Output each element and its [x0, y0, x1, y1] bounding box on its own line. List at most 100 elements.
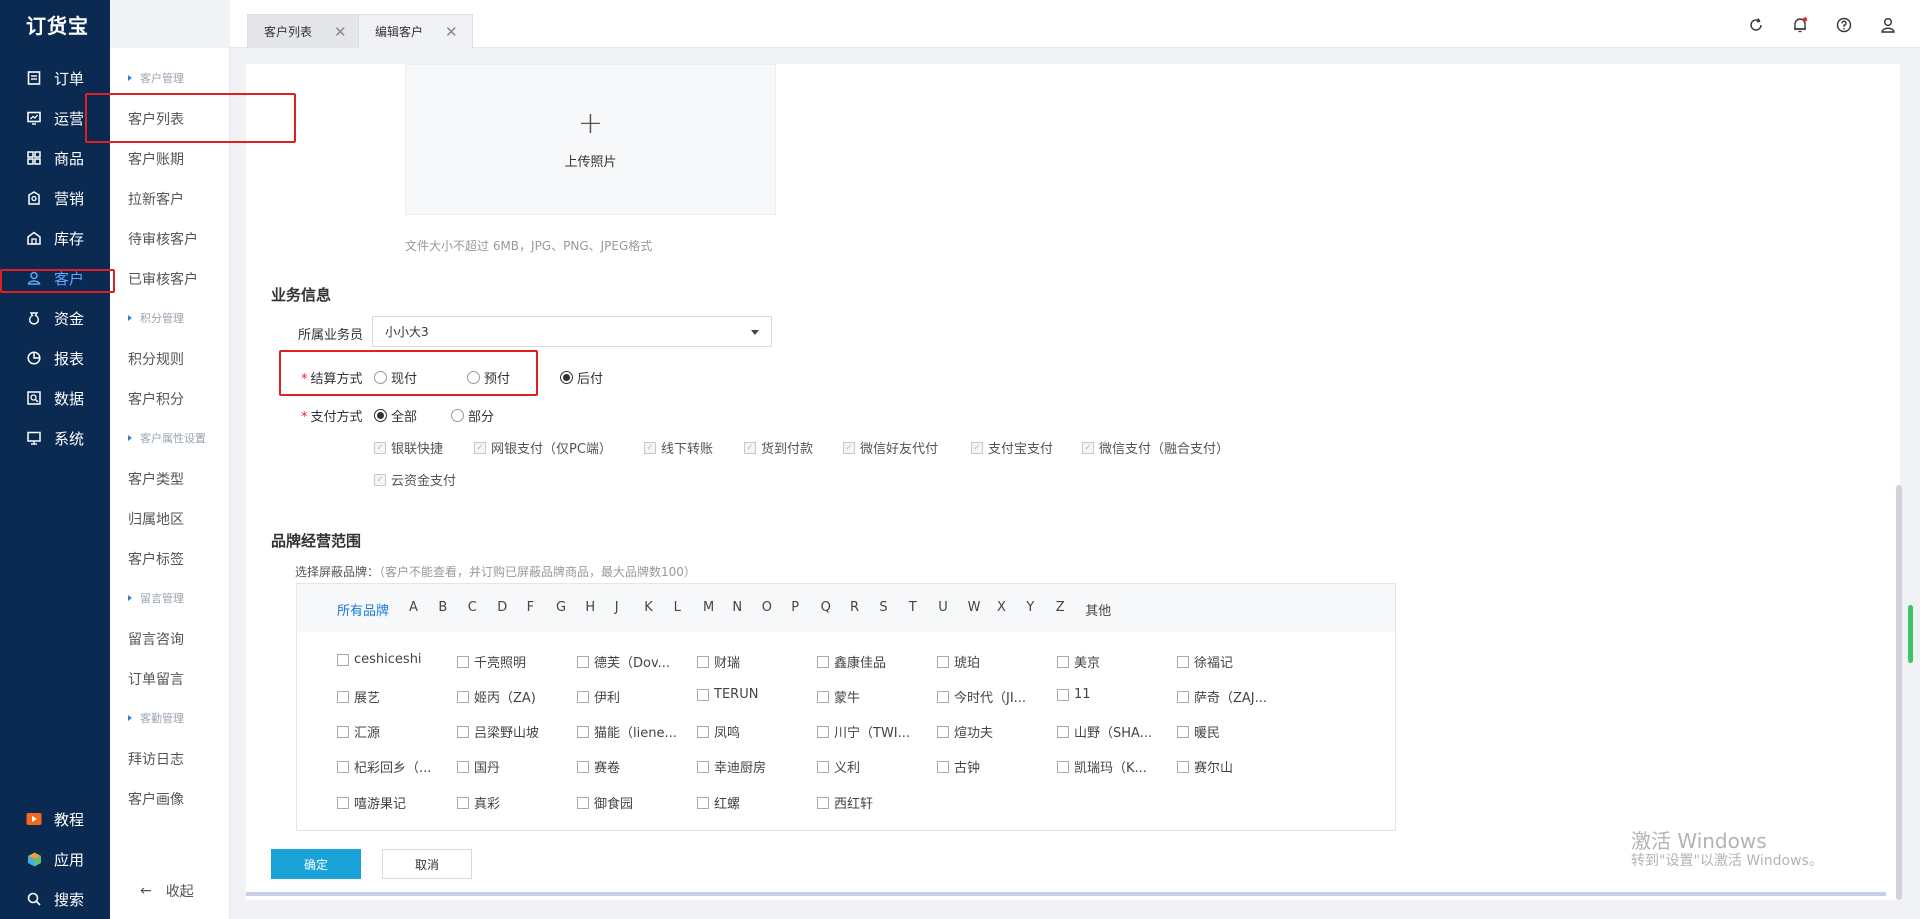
close-icon[interactable]: ✕ [334, 23, 347, 41]
brand-checkbox[interactable]: 今时代（JI... [937, 687, 1047, 706]
filter-letter[interactable]: F [527, 600, 534, 615]
brand-checkbox[interactable]: 御食园 [577, 793, 687, 812]
checkbox-box[interactable] [1177, 655, 1189, 668]
brand-checkbox[interactable]: 杞彩回乡（... [337, 757, 447, 776]
filter-letter[interactable]: M [703, 600, 714, 615]
brand-checkbox[interactable]: 姬丙（ZA) [457, 687, 567, 706]
filter-letter[interactable]: R [850, 600, 859, 615]
checkbox-wechat-pay[interactable]: ✓ 微信支付（融合支付） [1082, 438, 1229, 457]
brand-checkbox[interactable]: 赛卷 [577, 757, 687, 776]
brand-checkbox[interactable]: 德芙（Dov... [577, 652, 687, 671]
brand-checkbox[interactable]: 汇源 [337, 722, 447, 741]
nav-item-marketing[interactable]: 营销 [0, 182, 110, 214]
brand-checkbox[interactable]: 西红轩 [817, 793, 927, 812]
filter-letter[interactable]: 其他 [1085, 600, 1111, 619]
brand-checkbox[interactable]: 嘻游果记 [337, 793, 447, 812]
radio-settlement-postpay[interactable]: 后付 [560, 368, 603, 387]
filter-letter[interactable]: Z [1056, 600, 1065, 615]
sub-item-customer-profile[interactable]: 客户画像 [128, 789, 184, 809]
nav-item-inventory[interactable]: 库存 [0, 222, 110, 254]
brand-checkbox[interactable]: 煊功夫 [937, 722, 1047, 741]
confirm-button[interactable]: 确定 [271, 849, 361, 879]
checkbox-box[interactable] [337, 725, 349, 738]
checkbox-box[interactable] [817, 690, 829, 703]
radio-payment-partial[interactable]: 部分 [451, 406, 494, 425]
nav-item-system[interactable]: 系统 [0, 422, 110, 454]
filter-letter[interactable]: J [615, 600, 619, 615]
salesman-select[interactable]: 小小大3 [372, 316, 772, 347]
radio-payment-all[interactable]: 全部 [374, 406, 417, 425]
brand-checkbox[interactable]: 萨奇（ZAJ... [1177, 687, 1287, 706]
checkbox-box[interactable] [1177, 760, 1189, 773]
checkbox-alipay[interactable]: ✓ 支付宝支付 [971, 438, 1053, 457]
checkbox-box[interactable] [937, 725, 949, 738]
filter-letter[interactable]: X [997, 600, 1006, 615]
photo-upload[interactable]: + 上传照片 [405, 64, 776, 215]
checkbox-box[interactable] [457, 796, 469, 809]
checkbox-box[interactable] [937, 690, 949, 703]
user-account-icon[interactable] [1878, 15, 1898, 35]
checkbox-box[interactable] [337, 653, 349, 666]
brand-checkbox[interactable]: 赛尔山 [1177, 757, 1287, 776]
checkbox-netbank[interactable]: ✓ 网银支付（仅PC端） [474, 438, 612, 457]
brand-checkbox[interactable]: 红螺 [697, 793, 807, 812]
brand-checkbox[interactable]: 蒙牛 [817, 687, 927, 706]
brand-checkbox[interactable]: 美京 [1057, 652, 1167, 671]
checkbox-cloud-fund[interactable]: ✓ 云资金支付 [374, 470, 456, 489]
checkbox-box[interactable] [577, 655, 589, 668]
checkbox-box[interactable] [697, 688, 709, 701]
checkbox-box[interactable] [337, 760, 349, 773]
checkbox-wechat-friend[interactable]: ✓ 微信好友代付 [843, 438, 938, 457]
filter-letter[interactable]: C [468, 600, 477, 615]
filter-all-brands[interactable]: 所有品牌 [337, 600, 389, 619]
sub-item-approved-customer[interactable]: 已审核客户 [128, 269, 198, 289]
checkbox-box[interactable] [1057, 725, 1069, 738]
checkbox-box[interactable] [1177, 690, 1189, 703]
cancel-button[interactable]: 取消 [382, 849, 472, 879]
brand-checkbox[interactable]: 古钟 [937, 757, 1047, 776]
nav-item-apps[interactable]: 应用 [0, 843, 110, 875]
horizontal-scrollbar[interactable] [246, 892, 1886, 896]
brand-checkbox[interactable]: 暖民 [1177, 722, 1287, 741]
nav-item-data[interactable]: 数据 [0, 382, 110, 414]
sub-item-customer-credit[interactable]: 客户账期 [128, 149, 184, 169]
brand-checkbox[interactable]: TERUN [697, 687, 807, 702]
checkbox-box[interactable] [457, 760, 469, 773]
checkbox-box[interactable] [457, 690, 469, 703]
checkbox-unionpay[interactable]: ✓ 银联快捷 [374, 438, 443, 457]
filter-letter[interactable]: B [438, 600, 447, 615]
brand-checkbox[interactable]: 千亮照明 [457, 652, 567, 671]
checkbox-box[interactable] [1057, 688, 1069, 701]
filter-letter[interactable]: K [644, 600, 653, 615]
filter-letter[interactable]: L [674, 600, 681, 615]
nav-item-money[interactable]: 资金 [0, 302, 110, 334]
filter-letter[interactable]: Q [821, 600, 831, 615]
brand-checkbox[interactable]: 幸迪厨房 [697, 757, 807, 776]
filter-letter[interactable]: H [585, 600, 595, 615]
checkbox-box[interactable] [817, 796, 829, 809]
sub-item-message-consult[interactable]: 留言咨询 [128, 629, 184, 649]
filter-letter[interactable]: S [879, 600, 887, 615]
brand-checkbox[interactable]: 川宁（TWI... [817, 722, 927, 741]
filter-letter[interactable]: A [409, 600, 418, 615]
checkbox-offline[interactable]: ✓ 线下转账 [644, 438, 713, 457]
checkbox-box[interactable] [697, 655, 709, 668]
bell-icon[interactable] [1790, 15, 1810, 35]
collapse-button[interactable]: ← 收起 [140, 881, 194, 901]
brand-checkbox[interactable]: ceshiceshi [337, 652, 447, 667]
checkbox-box[interactable] [337, 690, 349, 703]
brand-checkbox[interactable]: 凯瑞玛（K... [1057, 757, 1167, 776]
sub-item-region[interactable]: 归属地区 [128, 509, 184, 529]
checkbox-box[interactable] [937, 655, 949, 668]
filter-letter[interactable]: N [732, 600, 742, 615]
checkbox-box[interactable] [577, 796, 589, 809]
checkbox-box[interactable] [817, 760, 829, 773]
brand-checkbox[interactable]: 财瑞 [697, 652, 807, 671]
nav-item-report[interactable]: 报表 [0, 342, 110, 374]
checkbox-box[interactable] [577, 725, 589, 738]
brand-checkbox[interactable]: 真彩 [457, 793, 567, 812]
sub-item-customer-type[interactable]: 客户类型 [128, 469, 184, 489]
brand-checkbox[interactable]: 鑫康佳品 [817, 652, 927, 671]
checkbox-box[interactable] [457, 725, 469, 738]
filter-letter[interactable]: Y [1026, 600, 1034, 615]
